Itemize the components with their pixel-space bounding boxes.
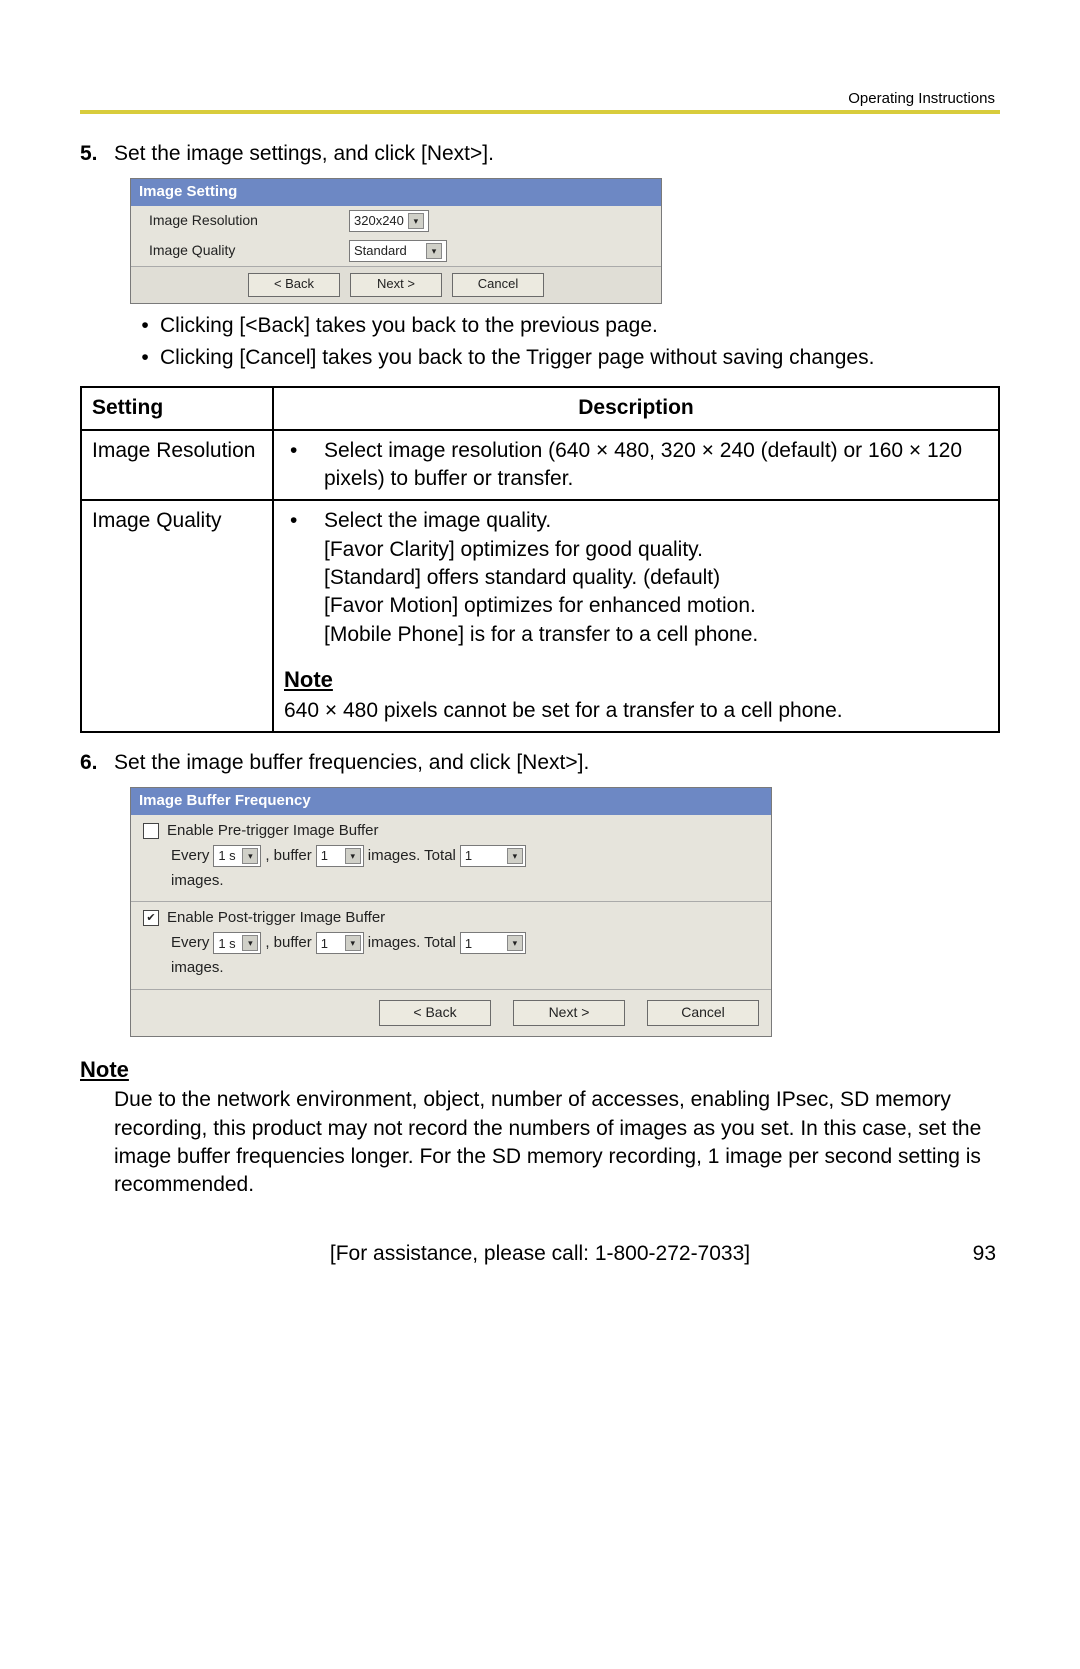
- back-button[interactable]: < Back: [379, 1000, 491, 1026]
- step-6-text: Set the image buffer frequencies, and cl…: [114, 749, 1000, 777]
- text-every: Every: [171, 933, 209, 953]
- step-5-bullets: •Clicking [<Back] takes you back to the …: [130, 312, 1000, 373]
- pre-total-select[interactable]: 1▾: [460, 845, 526, 867]
- image-quality-value: Standard: [354, 242, 407, 260]
- th-setting: Setting: [81, 387, 273, 429]
- bullet-icon: •: [284, 507, 324, 649]
- note-text: 640 × 480 pixels cannot be set for a tra…: [284, 697, 988, 725]
- step-5: 5. Set the image settings, and click [Ne…: [80, 140, 1000, 168]
- desc-text: [Favor Motion] optimizes for enhanced mo…: [324, 592, 758, 620]
- image-quality-label: Image Quality: [149, 241, 349, 260]
- note-heading: Note: [284, 665, 988, 695]
- desc-text: [Standard] offers standard quality. (def…: [324, 564, 758, 592]
- cell-setting: Image Resolution: [81, 430, 273, 501]
- post-trigger-label: Enable Post-trigger Image Buffer: [167, 908, 385, 928]
- chevron-down-icon: ▾: [408, 213, 424, 229]
- desc-text: [Favor Clarity] optimizes for good quali…: [324, 536, 758, 564]
- next-button[interactable]: Next >: [513, 1000, 625, 1026]
- chevron-down-icon: ▾: [426, 243, 442, 259]
- cancel-button[interactable]: Cancel: [452, 273, 544, 297]
- page-number: 93: [936, 1240, 996, 1268]
- image-setting-title: Image Setting: [131, 179, 661, 205]
- step-6: 6. Set the image buffer frequencies, and…: [80, 749, 1000, 777]
- chevron-down-icon: ▾: [242, 848, 258, 864]
- chevron-down-icon: ▾: [345, 848, 361, 864]
- desc-text: Select image resolution (640 × 480, 320 …: [324, 437, 988, 494]
- post-total-select[interactable]: 1▾: [460, 932, 526, 954]
- settings-table: Setting Description Image Resolution •Se…: [80, 386, 1000, 733]
- cancel-button[interactable]: Cancel: [647, 1000, 759, 1026]
- text-images-total: images. Total: [368, 933, 456, 953]
- step-5-text: Set the image settings, and click [Next>…: [114, 140, 1000, 168]
- table-row: Image Resolution •Select image resolutio…: [81, 430, 999, 501]
- image-setting-dialog: Image Setting Image Resolution 320x240 ▾…: [130, 178, 662, 303]
- text-images-total: images. Total: [368, 846, 456, 866]
- chevron-down-icon: ▾: [242, 935, 258, 951]
- text-images-end: images.: [171, 958, 224, 978]
- desc-text: Select the image quality.: [324, 507, 758, 535]
- cell-description: •Select image resolution (640 × 480, 320…: [273, 430, 999, 501]
- note-heading: Note: [80, 1055, 1000, 1085]
- back-button[interactable]: < Back: [248, 273, 340, 297]
- chevron-down-icon: ▾: [345, 935, 361, 951]
- pre-trigger-checkbox[interactable]: [143, 823, 159, 839]
- post-trigger-checkbox[interactable]: ✔: [143, 910, 159, 926]
- image-buffer-dialog: Image Buffer Frequency Enable Pre-trigge…: [130, 787, 772, 1036]
- text-every: Every: [171, 846, 209, 866]
- bullet-icon: •: [284, 437, 324, 494]
- image-resolution-select[interactable]: 320x240 ▾: [349, 210, 429, 232]
- pre-trigger-label: Enable Pre-trigger Image Buffer: [167, 821, 379, 841]
- bullet-text: Clicking [Cancel] takes you back to the …: [160, 344, 874, 372]
- chevron-down-icon: ▾: [507, 848, 523, 864]
- image-resolution-value: 320x240: [354, 212, 404, 230]
- text-buffer: , buffer: [265, 933, 311, 953]
- step-6-number: 6.: [80, 749, 114, 777]
- header-right: Operating Instructions: [848, 90, 995, 107]
- image-buffer-title: Image Buffer Frequency: [131, 788, 771, 814]
- bullet-icon: •: [130, 344, 160, 372]
- note-body: Due to the network environment, object, …: [114, 1086, 1000, 1199]
- step-5-number: 5.: [80, 140, 114, 168]
- pre-interval-select[interactable]: 1 s▾: [213, 845, 261, 867]
- cell-setting: Image Quality: [81, 500, 273, 732]
- text-buffer: , buffer: [265, 846, 311, 866]
- chevron-down-icon: ▾: [507, 935, 523, 951]
- bullet-icon: •: [130, 312, 160, 340]
- pre-buffer-select[interactable]: 1▾: [316, 845, 364, 867]
- footer-assistance: [For assistance, please call: 1-800-272-…: [144, 1240, 936, 1268]
- post-interval-select[interactable]: 1 s▾: [213, 932, 261, 954]
- next-button[interactable]: Next >: [350, 273, 442, 297]
- gold-rule: [80, 110, 1000, 114]
- th-description: Description: [273, 387, 999, 429]
- cell-description: • Select the image quality. [Favor Clari…: [273, 500, 999, 732]
- bullet-text: Clicking [<Back] takes you back to the p…: [160, 312, 658, 340]
- table-row: Image Quality • Select the image quality…: [81, 500, 999, 732]
- image-quality-select[interactable]: Standard ▾: [349, 240, 447, 262]
- desc-text: [Mobile Phone] is for a transfer to a ce…: [324, 621, 758, 649]
- text-images-end: images.: [171, 871, 224, 891]
- post-buffer-select[interactable]: 1▾: [316, 932, 364, 954]
- image-resolution-label: Image Resolution: [149, 211, 349, 230]
